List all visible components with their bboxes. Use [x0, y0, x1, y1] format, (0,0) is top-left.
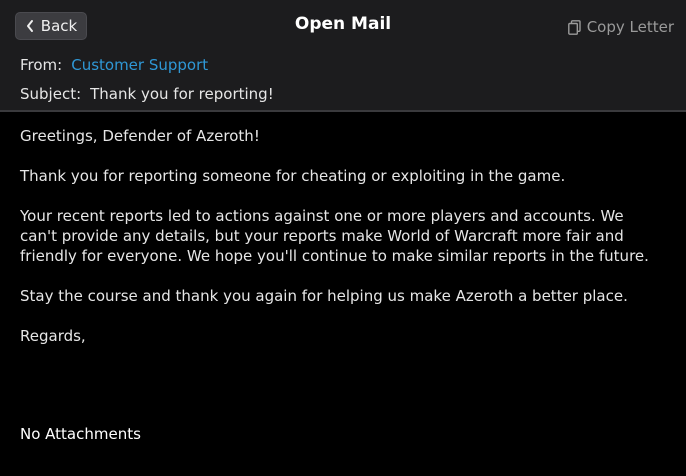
from-label: From:: [20, 56, 63, 74]
attachments-status: No Attachments: [20, 425, 141, 443]
mail-window: Back Open Mail Copy Letter From: Custome…: [0, 0, 686, 476]
letter-body: Greetings, Defender of Azeroth! Thank yo…: [20, 126, 660, 366]
mail-header: Back Open Mail Copy Letter From: Custome…: [0, 0, 686, 112]
copy-letter-button[interactable]: Copy Letter: [567, 16, 674, 38]
copy-icon: [567, 19, 581, 35]
sender-link[interactable]: Customer Support: [71, 56, 208, 74]
subject-label: Subject:: [20, 85, 82, 103]
letter-closing: Regards,: [20, 327, 86, 345]
from-row: From: Customer Support: [20, 56, 208, 74]
letter-paragraph: Thank you for reporting someone for chea…: [20, 167, 566, 185]
back-button-label: Back: [40, 17, 78, 35]
back-button[interactable]: Back: [15, 12, 87, 40]
subject-value: Thank you for reporting!: [90, 85, 274, 103]
letter-paragraph: Stay the course and thank you again for …: [20, 287, 628, 305]
subject-row: Subject: Thank you for reporting!: [20, 85, 274, 103]
letter-paragraph: Your recent reports led to actions again…: [20, 207, 649, 265]
letter-greeting: Greetings, Defender of Azeroth!: [20, 127, 260, 145]
chevron-left-icon: [26, 20, 33, 32]
copy-letter-label: Copy Letter: [586, 18, 674, 36]
